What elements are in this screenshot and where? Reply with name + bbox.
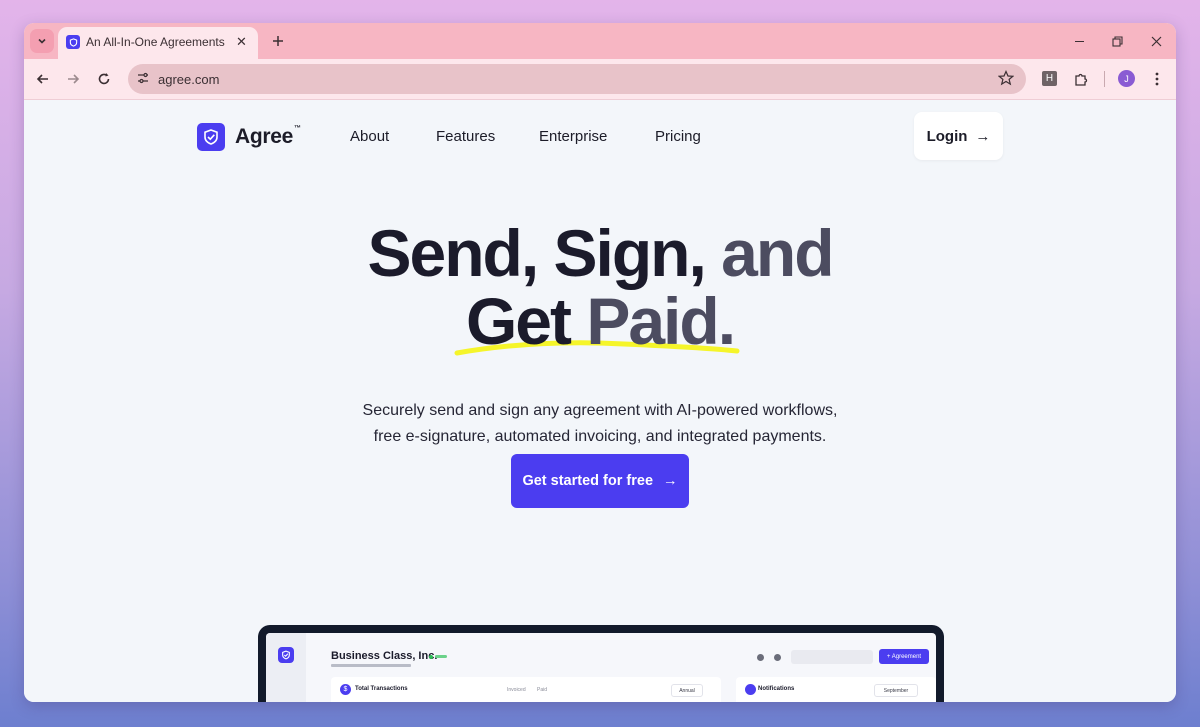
nav-features[interactable]: Features [436, 128, 495, 145]
month-select[interactable]: September [874, 684, 918, 697]
hero-subtitle-line1: Securely send and sign any agreement wit… [362, 402, 838, 419]
dashboard-preview: Business Class, Inc. + Agreement $ Total… [258, 625, 944, 702]
nav-about[interactable]: About [350, 128, 389, 145]
site-logo[interactable]: Agree™ [197, 123, 301, 151]
nav-enterprise[interactable]: Enterprise [539, 128, 607, 145]
reload-icon [98, 73, 110, 85]
site-info-icon[interactable] [136, 71, 150, 90]
logo-text: Agree™ [235, 125, 301, 148]
hero-headline-line1: Send, Sign, and [367, 216, 834, 290]
tab-title: An All-In-One Agreements Platform [86, 35, 228, 49]
close-icon [1151, 36, 1161, 46]
address-bar[interactable]: agree.com [128, 64, 1026, 94]
arrow-right-icon [68, 74, 80, 84]
browser-toolbar: agree.com H J [24, 59, 1176, 100]
dashboard-screen: Business Class, Inc. + Agreement $ Total… [266, 633, 936, 702]
login-label: Login [926, 127, 968, 145]
toolbar-divider [1104, 71, 1105, 87]
cta-label: Get started for free [522, 473, 654, 489]
browser-window: An All-In-One Agreements Platform ✕ [24, 23, 1176, 702]
arrow-left-icon [36, 74, 48, 84]
dollar-icon: $ [340, 684, 351, 695]
tab-search-button[interactable] [30, 29, 54, 53]
period-select[interactable]: Annual [671, 684, 703, 697]
close-window-button[interactable] [1136, 23, 1176, 59]
legend-paid: Paid [537, 687, 548, 693]
tab-active[interactable]: An All-In-One Agreements Platform ✕ [58, 27, 258, 59]
dashboard-search-input[interactable] [791, 650, 873, 664]
tab-strip: An All-In-One Agreements Platform ✕ [24, 23, 1176, 59]
company-details [331, 664, 411, 667]
shield-check-icon [197, 123, 225, 151]
status-dot [429, 655, 433, 659]
profile-avatar[interactable]: J [1118, 70, 1135, 87]
chevron-down-icon [38, 38, 46, 44]
company-name: Business Class, Inc. [331, 650, 438, 662]
url-text: agree.com [158, 72, 220, 87]
agree-favicon-icon [66, 35, 80, 49]
hero-headline-line2: Get Paid. [465, 284, 736, 358]
extension-h-icon[interactable]: H [1042, 71, 1057, 86]
browser-menu-button[interactable] [1145, 67, 1169, 91]
add-agreement-button[interactable]: + Agreement [879, 649, 929, 664]
total-transactions-card: $ Total Transactions Invoiced Paid Annua… [331, 677, 721, 702]
login-button[interactable]: Login → [914, 112, 1003, 160]
new-tab-button[interactable] [266, 29, 290, 53]
legend-invoiced: Invoiced [507, 687, 526, 693]
arrow-right-icon: → [975, 127, 991, 145]
puzzle-icon [1074, 73, 1087, 86]
extensions-button[interactable] [1069, 67, 1093, 91]
close-tab-icon[interactable]: ✕ [236, 34, 247, 50]
card-title: Total Transactions [355, 686, 408, 692]
back-button[interactable] [31, 67, 55, 91]
notifications-card: Notifications September [736, 677, 936, 702]
bell-icon [745, 684, 756, 695]
reload-button[interactable] [92, 67, 116, 91]
restore-button[interactable] [1097, 23, 1137, 59]
minimize-button[interactable] [1059, 23, 1099, 59]
card-title: Notifications [758, 686, 795, 692]
restore-icon [1111, 35, 1123, 47]
hero-subtitle-line2: free e-signature, automated invoicing, a… [373, 428, 827, 445]
forward-button[interactable] [61, 67, 85, 91]
status-badge [435, 655, 447, 658]
minimize-icon [1074, 40, 1084, 42]
help-icon[interactable] [757, 654, 764, 661]
bell-icon[interactable] [774, 654, 781, 661]
bookmark-star-icon[interactable] [997, 70, 1015, 91]
plus-icon [273, 36, 283, 46]
shield-check-icon [278, 647, 294, 663]
page-content: Agree™ About Features Enterprise Pricing… [24, 100, 1176, 702]
kebab-menu-icon [1155, 72, 1159, 86]
nav-pricing[interactable]: Pricing [655, 128, 701, 145]
arrow-right-icon: → [663, 473, 678, 489]
get-started-button[interactable]: Get started for free → [511, 454, 689, 508]
dashboard-sidebar [266, 633, 306, 702]
